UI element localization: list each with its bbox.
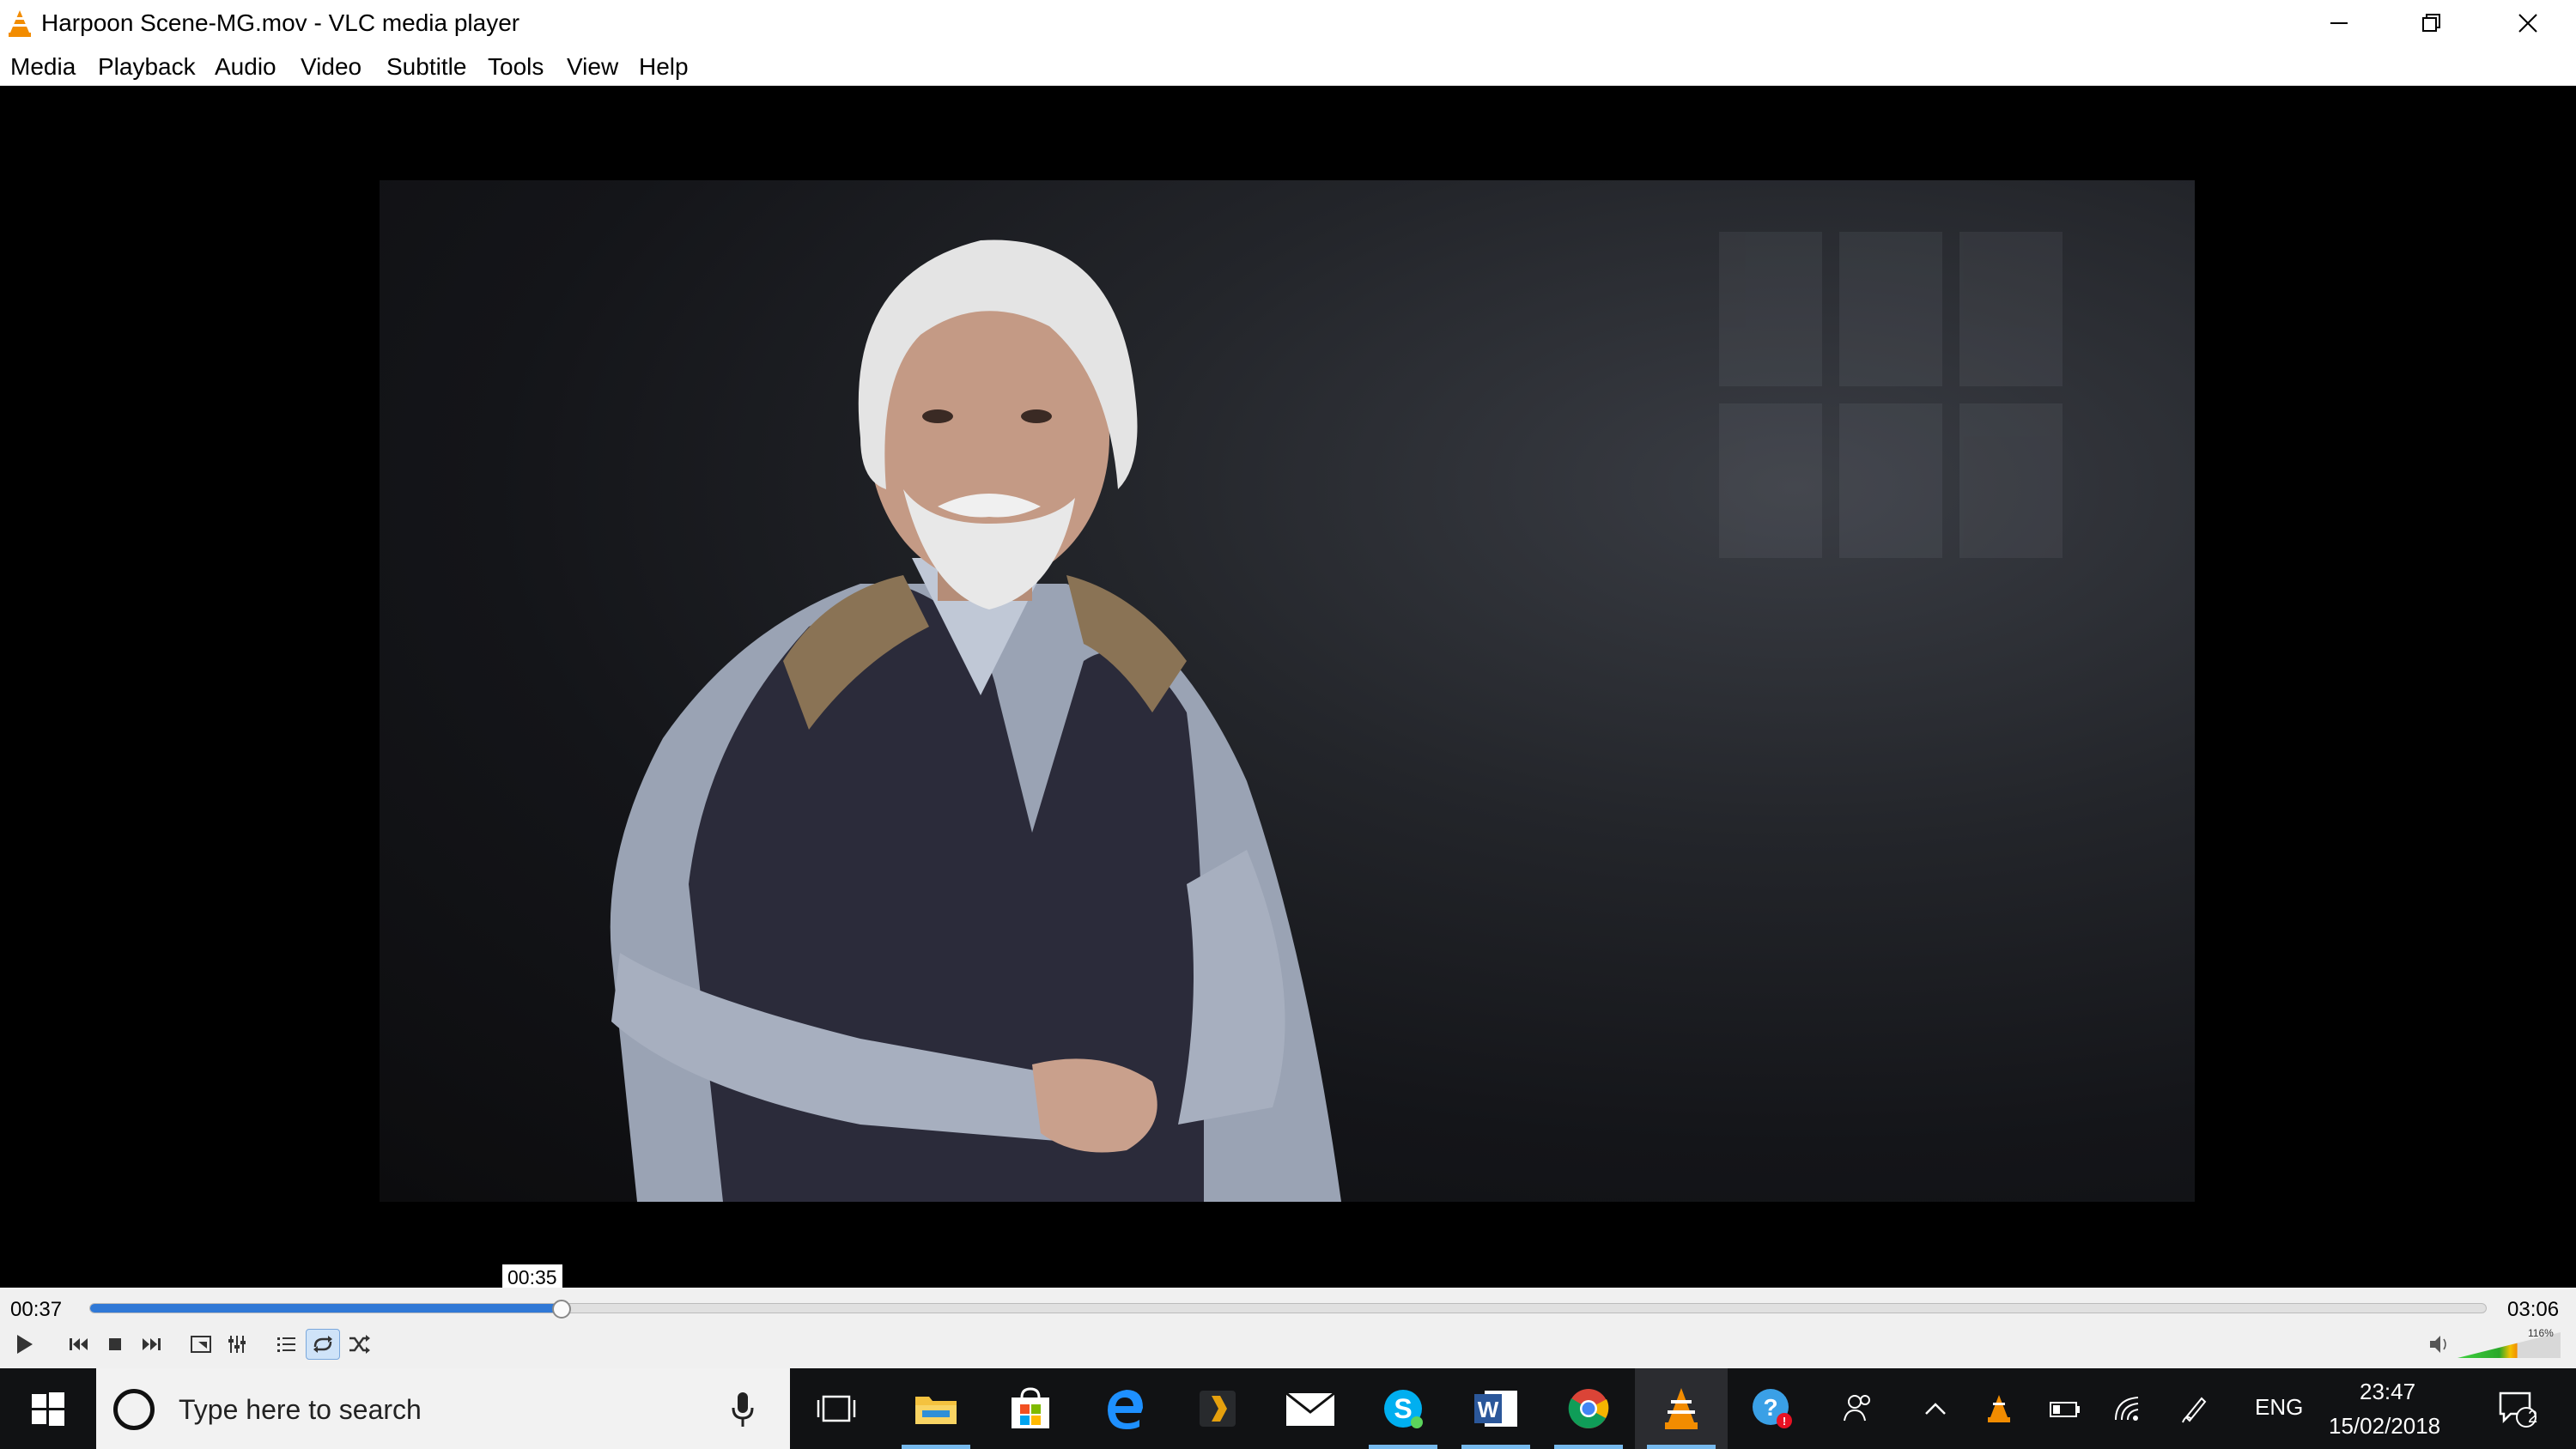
battery-icon (2050, 1402, 2080, 1417)
loop-icon (313, 1336, 332, 1353)
taskbar-file-explorer[interactable] (890, 1368, 982, 1449)
clock-time[interactable]: 23:47 (2360, 1379, 2415, 1405)
vlc-tray-icon (1988, 1395, 2010, 1422)
seek-bar[interactable] (89, 1303, 2487, 1313)
menu-video[interactable]: Video (301, 53, 361, 81)
menu-audio[interactable]: Audio (215, 53, 276, 81)
speaker-icon[interactable] (2430, 1336, 2446, 1353)
fullscreen-icon (191, 1336, 211, 1353)
next-button[interactable] (134, 1329, 168, 1360)
wifi-icon (2115, 1397, 2139, 1421)
menu-media[interactable]: Media (10, 53, 76, 81)
minimize-button[interactable] (2293, 0, 2385, 46)
taskbar-skype[interactable]: S (1357, 1368, 1449, 1449)
close-button[interactable] (2482, 0, 2574, 46)
notification-count: 2 (2528, 1408, 2538, 1427)
vlc-cone-icon (9, 10, 31, 37)
windows-logo-icon (32, 1392, 64, 1426)
video-area[interactable] (0, 86, 2576, 1288)
seek-bar-fill (90, 1304, 562, 1313)
volume-percent: 116% (2528, 1327, 2554, 1339)
title-bar: Harpoon Scene-MG.mov - VLC media player (0, 0, 2576, 46)
cortana-icon (113, 1389, 155, 1430)
video-frame[interactable] (380, 180, 2195, 1202)
taskbar-plex[interactable] (1171, 1368, 1264, 1449)
extended-settings-button[interactable] (220, 1329, 254, 1360)
loop-button[interactable] (306, 1329, 340, 1360)
people-icon (1844, 1395, 1870, 1422)
vlc-cone-icon (1665, 1388, 1698, 1429)
taskbar-chrome[interactable] (1542, 1368, 1635, 1449)
playlist-button[interactable] (270, 1329, 304, 1360)
menu-tools[interactable]: Tools (488, 53, 544, 81)
taskbar-word[interactable]: W (1449, 1368, 1542, 1449)
clock-date[interactable]: 15/02/2018 (2329, 1413, 2440, 1440)
mail-envelope-icon (1285, 1391, 1335, 1426)
menu-view[interactable]: View (567, 53, 618, 81)
skip-next-icon (143, 1338, 161, 1350)
store-bag-icon (1012, 1387, 1049, 1428)
tray-vlc[interactable] (1966, 1368, 2032, 1449)
chevron-up-icon (1925, 1403, 1946, 1415)
microphone-icon[interactable] (730, 1391, 756, 1428)
close-icon (2518, 14, 2537, 33)
play-button[interactable] (7, 1329, 41, 1360)
edge-browser-icon (1108, 1390, 1143, 1429)
word-icon: W (1474, 1391, 1517, 1427)
help-question-icon: ? ! (1753, 1389, 1792, 1428)
show-hidden-icons-button[interactable] (1901, 1368, 1970, 1449)
stop-button[interactable] (98, 1329, 132, 1360)
tray-pen[interactable] (2162, 1368, 2227, 1449)
svg-text:!: ! (1783, 1415, 1786, 1428)
people-button[interactable] (1817, 1368, 1899, 1449)
svg-text:?: ? (1763, 1394, 1777, 1421)
taskbar-vlc[interactable] (1635, 1368, 1728, 1449)
volume-control[interactable]: 116% (2428, 1327, 2566, 1361)
task-view-icon (817, 1395, 856, 1422)
restore-button[interactable] (2385, 0, 2478, 46)
menu-help[interactable]: Help (639, 53, 689, 81)
shuffle-icon (349, 1335, 370, 1354)
plex-chevron-icon (1200, 1391, 1236, 1427)
pen-ink-icon (2182, 1397, 2207, 1423)
taskbar-help[interactable]: ? ! (1726, 1368, 1819, 1449)
search-placeholder: Type here to search (179, 1394, 422, 1425)
controls-panel: 00:37 03:06 116% (0, 1288, 2576, 1368)
shuffle-button[interactable] (342, 1329, 376, 1360)
volume-level-fill (2458, 1343, 2518, 1358)
tray-network[interactable] (2097, 1368, 2162, 1449)
window-title: Harpoon Scene-MG.mov - VLC media player (41, 9, 520, 36)
task-view-button[interactable] (790, 1368, 883, 1449)
taskbar-store[interactable] (984, 1368, 1077, 1449)
taskbar-edge[interactable] (1078, 1368, 1171, 1449)
video-content-illustration (610, 232, 2063, 1202)
fullscreen-button[interactable] (184, 1329, 218, 1360)
input-language[interactable]: ENG (2255, 1394, 2303, 1421)
svg-text:W: W (1478, 1397, 1499, 1422)
menu-playback[interactable]: Playback (98, 53, 196, 81)
playlist-icon (277, 1337, 295, 1352)
chrome-icon (1568, 1389, 1609, 1428)
taskbar-mail[interactable] (1264, 1368, 1357, 1449)
restore-icon (2422, 14, 2440, 32)
equalizer-icon (228, 1336, 246, 1353)
skype-icon: S (1384, 1390, 1423, 1428)
total-time[interactable]: 03:06 (2507, 1298, 2559, 1322)
play-icon (17, 1335, 33, 1354)
seek-handle[interactable] (552, 1300, 572, 1319)
action-center-button[interactable]: 2 (2476, 1368, 2559, 1449)
stop-icon (109, 1338, 121, 1350)
menu-bar: Media Playback Audio Video Subtitle Tool… (0, 46, 2576, 86)
taskbar: Type here to search S W ? ! ENG 23:47 15… (0, 1368, 2576, 1449)
taskbar-search[interactable]: Type here to search (96, 1368, 790, 1449)
previous-button[interactable] (62, 1329, 96, 1360)
skip-previous-icon (70, 1338, 88, 1350)
start-button[interactable] (0, 1368, 96, 1449)
tray-battery[interactable] (2032, 1368, 2097, 1449)
elapsed-time: 00:37 (10, 1298, 63, 1321)
menu-subtitle[interactable]: Subtitle (386, 53, 466, 81)
minimize-icon (2330, 22, 2348, 24)
svg-text:S: S (1394, 1393, 1412, 1424)
folder-icon (915, 1397, 957, 1424)
